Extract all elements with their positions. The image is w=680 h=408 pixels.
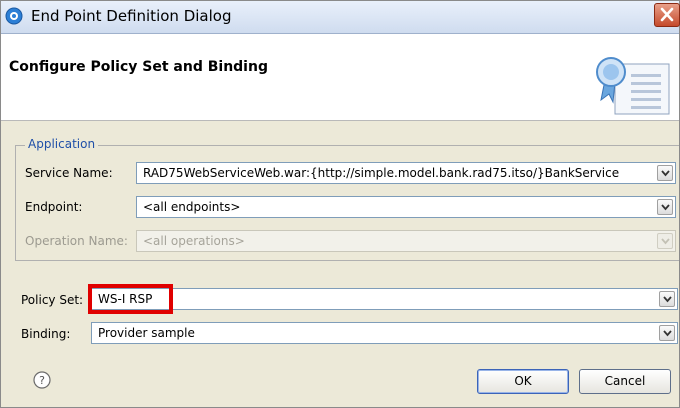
ok-button[interactable]: OK (477, 369, 569, 394)
chevron-down-icon (663, 330, 672, 337)
close-button[interactable] (654, 3, 680, 27)
service-name-value: RAD75WebServiceWeb.war:{http://simple.mo… (143, 166, 620, 180)
window-title: End Point Definition Dialog (31, 7, 232, 25)
binding-combo[interactable]: Provider sample (91, 322, 678, 344)
endpoint-label: Endpoint: (25, 200, 83, 214)
policy-set-dropdown-button[interactable] (659, 291, 675, 307)
policy-set-highlight-box (88, 284, 173, 314)
chevron-down-icon (661, 170, 670, 177)
title-bar[interactable]: End Point Definition Dialog (1, 1, 680, 34)
service-name-dropdown-button[interactable] (657, 165, 673, 181)
service-name-combo[interactable]: RAD75WebServiceWeb.war:{http://simple.mo… (136, 162, 676, 184)
chevron-down-icon (663, 296, 672, 303)
endpoint-dropdown-button[interactable] (657, 199, 673, 215)
cancel-button[interactable]: Cancel (579, 369, 671, 394)
policy-set-combo[interactable]: WS-I RSP (91, 288, 678, 310)
svg-text:?: ? (39, 374, 45, 387)
close-icon (660, 7, 674, 22)
chevron-down-icon (661, 238, 670, 245)
app-icon (5, 7, 23, 25)
binding-value: Provider sample (98, 326, 195, 340)
endpoint-combo[interactable]: <all endpoints> (136, 196, 676, 218)
operation-name-value: <all operations> (143, 234, 245, 248)
page-title: Configure Policy Set and Binding (9, 59, 268, 75)
binding-dropdown-button[interactable] (659, 325, 675, 341)
operation-name-dropdown-button (657, 233, 673, 249)
chevron-down-icon (661, 204, 670, 211)
application-group-legend: Application (25, 137, 99, 151)
certificate-document-icon (596, 57, 670, 115)
endpoint-value: <all endpoints> (143, 200, 241, 214)
dialog-header: Configure Policy Set and Binding (1, 34, 679, 121)
operation-name-label: Operation Name: (25, 234, 128, 248)
service-name-label: Service Name: (25, 166, 113, 180)
binding-label: Binding: (21, 327, 71, 341)
policy-set-label: Policy Set: (21, 293, 84, 307)
operation-name-combo: <all operations> (136, 230, 676, 252)
help-icon[interactable]: ? (33, 371, 51, 389)
end-point-definition-dialog: End Point Definition Dialog Configure Po… (0, 0, 680, 408)
